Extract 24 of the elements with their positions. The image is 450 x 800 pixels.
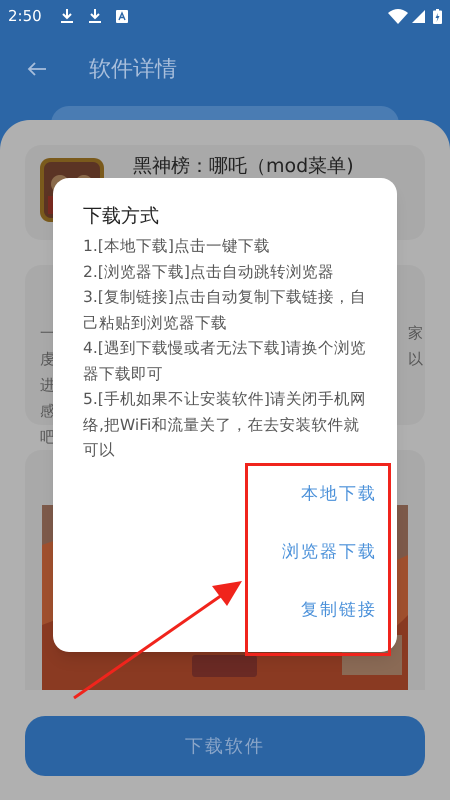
instruction-text: 2.[浏览器下载]点击自动跳转浏览器: [83, 262, 335, 282]
download-icon: [88, 8, 102, 24]
page-title: 软件详情: [89, 56, 177, 84]
text-fragment: 进: [40, 375, 55, 396]
keyboard-app-icon: [116, 10, 128, 22]
back-icon[interactable]: [27, 61, 47, 77]
instruction-text: 3.[复制链接]点击自动复制下载链接，自己粘贴到浏览器下载: [83, 287, 367, 334]
instruction-text: 4.[遇到下载慢或者无法下载]请换个浏览器下载即可: [83, 338, 367, 384]
signal-icon: [412, 10, 425, 22]
download-button[interactable]: 下载软件: [25, 716, 425, 776]
text-fragment: 虔: [40, 349, 55, 370]
app-title: 黑神榜：哪吒（mod菜单): [133, 154, 354, 179]
status-time: 2:50: [8, 6, 42, 27]
text-fragment: 以: [408, 349, 423, 370]
dialog-action[interactable]: 浏览器下载: [282, 536, 377, 568]
instruction-text: 5.[手机如果不让安装软件]请关闭手机网络,把WiFi和流量关了，在去安装软件就可以: [83, 389, 367, 461]
download-icon: [60, 8, 74, 24]
battery-icon: [433, 8, 442, 24]
dialog-action[interactable]: 复制链接: [301, 594, 377, 626]
wifi-icon: [388, 8, 408, 24]
instruction-text: 1.[本地下载]点击一键下载: [83, 236, 271, 257]
dialog-action[interactable]: 本地下载: [301, 478, 377, 510]
text-fragment: 家: [408, 323, 423, 344]
dialog-title: 下载方式: [83, 204, 159, 229]
